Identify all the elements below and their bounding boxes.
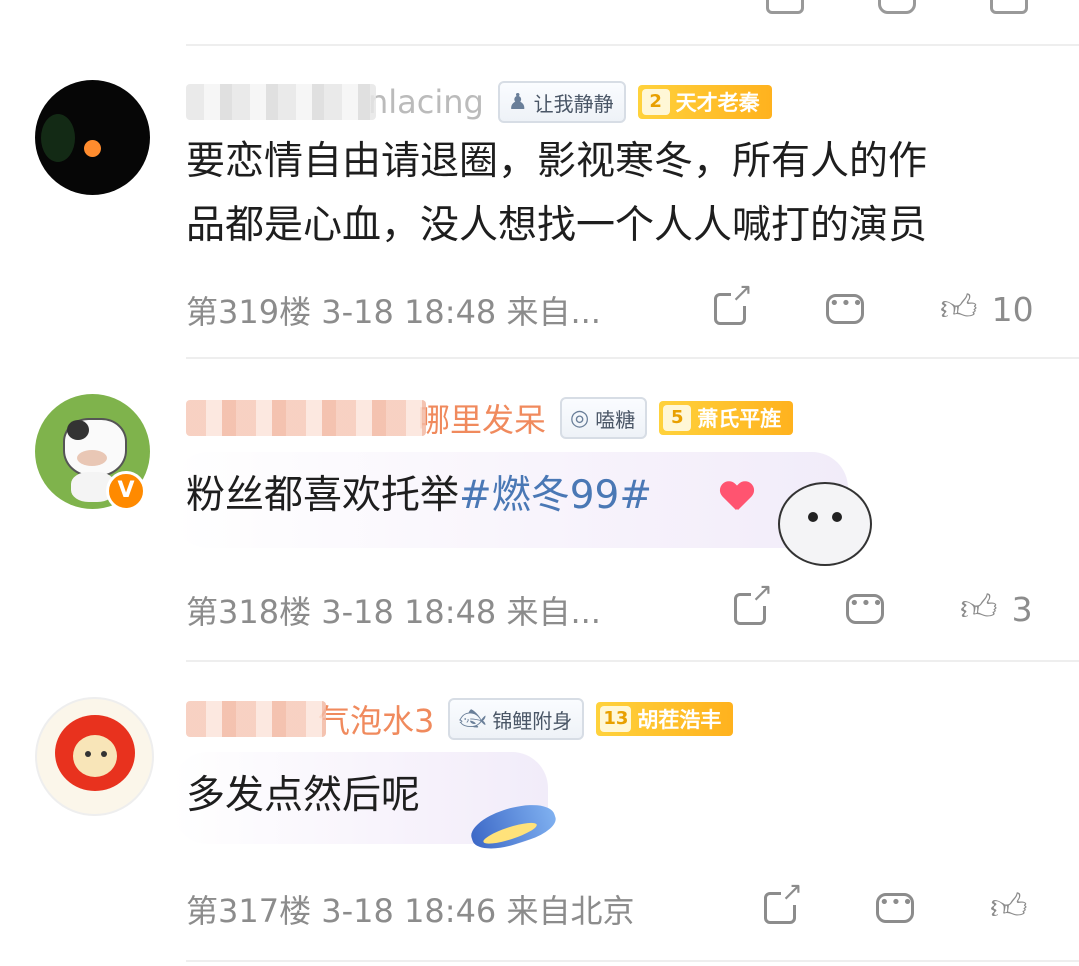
avatar-leaf	[41, 114, 75, 162]
floor-number: 第319楼	[186, 293, 312, 331]
avatar[interactable]	[35, 80, 150, 195]
meta-info: 第317楼 3-18 18:46 来自北京	[186, 886, 634, 932]
rank-level: 13	[600, 706, 632, 732]
like-count: 10	[991, 289, 1034, 329]
timestamp: 3-18 18:46	[321, 892, 497, 930]
comment-icon: •••	[876, 893, 914, 923]
username-blurred[interactable]	[186, 84, 376, 120]
avatar-dot	[84, 140, 101, 157]
username-visible[interactable]: 哪里发呆	[418, 395, 546, 441]
comment-icon: •••	[826, 294, 864, 324]
previous-comment-fragment	[0, 0, 1079, 45]
lollipop-icon: ◎	[570, 405, 590, 431]
avatar-lion-eye	[101, 751, 107, 757]
comment-text-line: 要恋情自由请退圈，影视寒冬，所有人的作	[186, 139, 928, 184]
name-row: nlacing ♟ 让我静静 2 天才老秦	[186, 80, 772, 124]
share-icon	[714, 280, 753, 325]
comment-icon: •••	[846, 594, 884, 624]
comment-meta: 第319楼 3-18 18:48 来自... ••• 👍︎ 10	[186, 280, 1046, 333]
location: 来自...	[506, 293, 601, 331]
meta-info: 第318楼 3-18 18:48 来自...	[186, 587, 601, 633]
bubble-cat-sticker	[778, 482, 872, 566]
hashtag-link[interactable]: #燃冬99#	[459, 473, 652, 518]
like-button[interactable]: 👍︎ 3	[960, 589, 1033, 629]
rank-badge[interactable]: 13 胡茬浩丰	[596, 702, 734, 736]
share-button[interactable]	[714, 280, 753, 329]
rank-badge[interactable]: 2 天才老秦	[637, 85, 772, 119]
fan-badge[interactable]: ♟ 让我静静	[497, 81, 626, 123]
divider	[186, 660, 1079, 662]
avatar[interactable]	[35, 697, 154, 816]
rank-level: 5	[663, 405, 692, 431]
reply-button[interactable]: •••	[846, 589, 884, 629]
like-icon: 👍︎	[940, 288, 978, 329]
verified-badge: V	[106, 471, 146, 511]
avatar-lion-face	[73, 735, 117, 777]
rank-label: 萧氏平旌	[697, 407, 782, 431]
like-button[interactable]: 👍︎	[990, 888, 1042, 928]
divider	[186, 357, 1079, 359]
username-visible[interactable]: nlacing	[368, 83, 484, 121]
like-icon: 👍︎	[960, 588, 998, 629]
fan-badge-label: 锦鲤附身	[492, 708, 573, 733]
username-blurred[interactable]	[186, 400, 426, 436]
comment-text-main: 粉丝都喜欢托举	[186, 473, 460, 518]
share-button[interactable]	[764, 879, 803, 928]
divider	[186, 960, 1079, 962]
rank-level: 2	[641, 89, 670, 115]
rank-badge[interactable]: 5 萧氏平旌	[659, 401, 794, 435]
reply-button[interactable]: •••	[826, 289, 864, 329]
share-icon	[734, 580, 773, 625]
timestamp: 3-18 18:48	[321, 293, 497, 331]
username-visible[interactable]: 气泡水3	[318, 696, 434, 742]
divider	[186, 44, 1079, 46]
like-icon: 👍︎	[990, 887, 1028, 928]
comment-text-line: 品都是心血，没人想找一个人人喊打的演员	[186, 203, 928, 248]
comment-text: 粉丝都喜欢托举#燃冬99#	[186, 464, 652, 528]
heart-icon	[720, 482, 754, 512]
koi-fish-icon: 🐟︎	[458, 706, 487, 732]
comment-text: 多发点然后呢	[186, 773, 421, 818]
fan-badge[interactable]: ◎ 嗑糖	[560, 397, 648, 439]
meta-info: 第319楼 3-18 18:48 来自...	[186, 287, 601, 333]
comment-icon[interactable]	[878, 0, 916, 14]
like-count: 3	[1011, 589, 1033, 629]
share-icon	[764, 879, 803, 924]
timestamp: 3-18 18:48	[321, 593, 497, 631]
floor-number: 第317楼	[186, 892, 312, 930]
rank-label: 胡茬浩丰	[637, 708, 722, 732]
comment-text: 要恋情自由请退圈，影视寒冬，所有人的作 品都是心血，没人想找一个人人喊打的演员	[186, 130, 927, 258]
share-button[interactable]	[734, 580, 773, 629]
comment-meta: 第318楼 3-18 18:48 来自... ••• 👍︎ 3	[186, 580, 1046, 633]
avatar-lion-eye	[85, 751, 91, 757]
location: 来自...	[506, 593, 601, 631]
avatar-cow-nose	[77, 450, 107, 466]
location: 来自北京	[506, 892, 635, 930]
figure-icon: ♟	[507, 89, 528, 115]
name-row: 气泡水3 🐟︎ 锦鲤附身 13 胡茬浩丰	[186, 696, 734, 742]
reply-button[interactable]: •••	[876, 888, 914, 928]
fan-badge-label: 嗑糖	[595, 407, 636, 432]
comment-meta: 第317楼 3-18 18:46 来自北京 ••• 👍︎	[186, 879, 1046, 932]
username-blurred[interactable]	[186, 701, 326, 737]
fan-badge[interactable]: 🐟︎ 锦鲤附身	[448, 698, 585, 740]
like-button[interactable]: 👍︎ 10	[940, 289, 1034, 329]
rank-label: 天才老秦	[675, 91, 760, 115]
like-icon[interactable]	[990, 0, 1028, 14]
name-row: 哪里发呆 ◎ 嗑糖 5 萧氏平旌	[186, 395, 794, 441]
fan-badge-label: 让我静静	[533, 91, 614, 116]
share-icon[interactable]	[766, 0, 804, 14]
floor-number: 第318楼	[186, 593, 312, 631]
avatar-cow-spot	[67, 420, 89, 440]
